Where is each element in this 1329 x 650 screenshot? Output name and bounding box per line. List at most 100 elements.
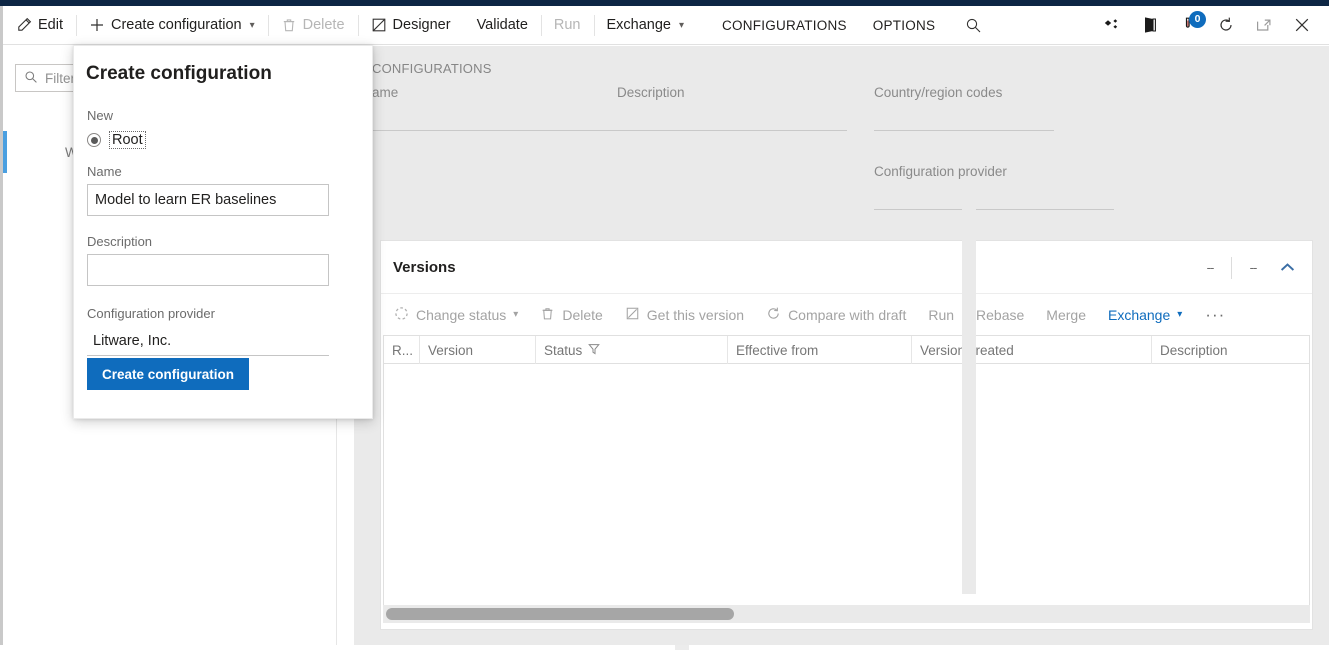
name-field-label: Name [87,164,122,179]
merge-label: Merge [1046,307,1086,323]
pencil-icon [16,17,32,33]
versions-panel: Versions -- -- Change status ▾ [380,240,1313,630]
run-label: Run [554,17,581,33]
notifications-icon[interactable]: 0 [1169,6,1207,45]
chevron-down-icon: ▾ [1177,309,1182,320]
radio-root-label: Root [110,132,145,148]
versions-toolbar: Change status ▾ Delete Get this version [381,294,1312,335]
filter-input-placeholder: Filter [45,71,75,86]
column-header-version[interactable]: Version [420,336,536,364]
detail-pane-vertical-scrollbar[interactable] [962,194,976,594]
get-version-icon [625,306,640,324]
versions-exchange-menu[interactable]: Exchange ▾ [1097,294,1193,335]
header-separator [1231,257,1232,279]
column-header-description[interactable]: Description [1152,336,1309,364]
merge-button[interactable]: Merge [1035,294,1097,335]
versions-panel-header: Versions -- -- [381,241,1312,294]
chevron-down-icon: ▾ [679,20,684,31]
column-header-r-label: R... [392,343,413,358]
trash-icon [540,306,555,324]
breadcrumb: CONFIGURATIONS [372,61,492,76]
versions-panel-header-controls: -- -- [1193,241,1304,294]
versions-panel-title: Versions [393,259,456,276]
tree-item-accent [3,131,7,173]
field-description-label: Description [617,85,847,100]
designer-icon [371,17,387,33]
tab-options[interactable]: OPTIONS [860,6,949,45]
chevron-up-icon[interactable] [1270,251,1304,285]
compare-with-draft-label: Compare with draft [788,307,906,323]
filter-funnel-icon[interactable] [588,343,600,358]
tab-configurations[interactable]: CONFIGURATIONS [709,6,860,45]
popout-icon[interactable] [1245,6,1283,45]
settings-diamond-icon[interactable] [1093,6,1131,45]
search-icon [24,70,38,87]
name-input[interactable] [87,184,329,216]
chevron-down-icon: ▾ [513,309,518,320]
field-description: Description [617,85,847,131]
column-header-r[interactable]: R... [384,336,420,364]
chevron-down-icon: ▾ [250,20,255,31]
refresh-icon[interactable] [1207,6,1245,45]
versions-horizontal-scrollbar[interactable] [383,605,1310,623]
plus-icon [89,17,105,33]
change-status-button[interactable]: Change status ▾ [383,294,529,335]
designer-label: Designer [393,17,451,33]
column-header-status-label: Status [544,343,582,358]
column-header-status[interactable]: Status [536,336,728,364]
exchange-label: Exchange [607,17,672,33]
field-configuration-provider-label: Configuration provider [874,164,1114,179]
run-button[interactable]: Run [541,6,594,45]
create-configuration-dialog: Create configuration New Root Name Descr… [73,45,373,419]
company-icon[interactable] [1131,6,1169,45]
field-configuration-provider: Configuration provider [874,164,1114,210]
field-name: ame [372,85,620,131]
search-icon[interactable] [954,6,992,45]
application-window: Edit Create configuration ▾ Delete Desig… [0,0,1329,650]
description-field-label: Description [87,234,152,249]
tab-configurations-label: CONFIGURATIONS [722,18,847,33]
radio-root[interactable]: Root [87,132,145,148]
column-header-version-created[interactable]: Version created [912,336,1152,364]
create-configuration-button[interactable]: Create configuration ▾ [76,6,268,45]
validate-label: Validate [477,17,528,33]
versions-delete-label: Delete [562,307,602,323]
description-input[interactable] [87,254,329,286]
create-configuration-submit-button[interactable]: Create configuration [87,358,249,390]
column-header-effective-from[interactable]: Effective from [728,336,912,364]
dialog-title: Create configuration [86,63,272,85]
dialog-section-label: New [87,108,113,123]
column-header-description-label: Description [1160,343,1228,358]
notification-badge: 0 [1189,11,1206,28]
validate-button[interactable]: Validate [464,6,541,45]
versions-run-button[interactable]: Run [917,294,965,335]
close-icon[interactable] [1283,6,1321,45]
rebase-label: Rebase [976,307,1024,323]
field-name-underline [372,130,620,131]
exchange-menu[interactable]: Exchange ▾ [594,6,698,45]
field-name-label: ame [372,85,620,100]
panel-dash-left[interactable]: -- [1193,260,1227,275]
versions-grid-body [384,364,1309,607]
field-description-underline [617,130,847,131]
delete-button[interactable]: Delete [268,6,358,45]
radio-root-control[interactable] [87,133,101,147]
trash-icon [281,17,297,33]
versions-delete-button[interactable]: Delete [529,294,613,335]
field-country-region-codes-underline [874,130,1054,131]
provider-input[interactable] [87,326,329,356]
edit-label: Edit [38,17,63,33]
designer-button[interactable]: Designer [358,6,464,45]
compare-with-draft-button[interactable]: Compare with draft [755,294,917,335]
field-configuration-provider-underline [874,209,1114,210]
versions-overflow-button[interactable]: ··· [1193,305,1237,325]
compare-icon [766,306,781,324]
command-bar: Edit Create configuration ▾ Delete Desig… [3,6,1329,45]
detail-pane-dimmed: CONFIGURATIONS ame Description Country/r… [354,46,1329,645]
delete-label: Delete [303,17,345,33]
edit-button[interactable]: Edit [3,6,76,45]
get-this-version-button[interactable]: Get this version [614,294,755,335]
versions-horizontal-scrollbar-thumb[interactable] [386,608,734,620]
versions-grid-header: R... Version Status Effective from [384,336,1309,364]
panel-dash-right[interactable]: -- [1236,260,1270,275]
